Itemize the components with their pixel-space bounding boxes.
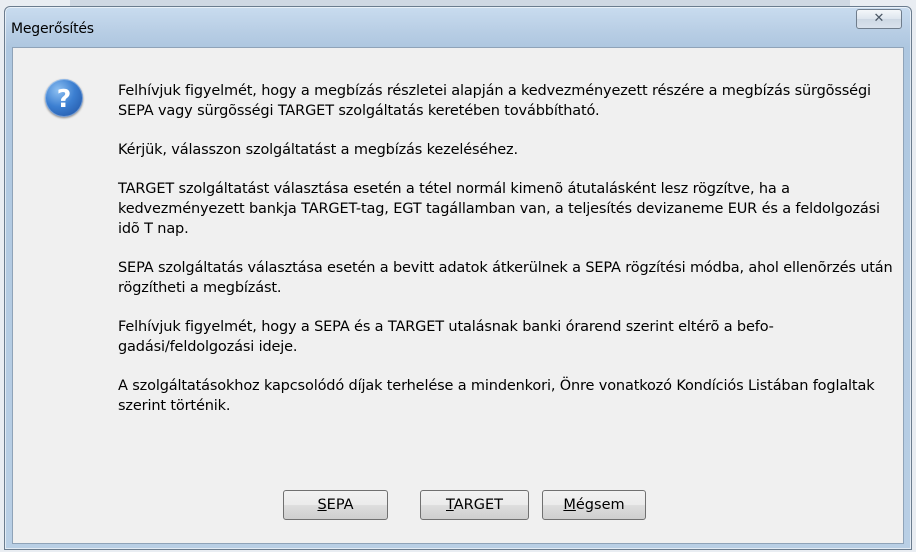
target-accelerator: T <box>446 496 454 513</box>
confirmation-dialog: Megerősítés ✕ ? Felhívjuk figyelmét, hog… <box>4 6 912 550</box>
message-paragraph: Felhívjuk figyelmét, hogy a megbízás rés… <box>118 83 871 119</box>
title-bar[interactable]: Megerősítés ✕ <box>5 7 911 47</box>
message-text: Felhívjuk figyelmét, hogy a megbízás rés… <box>118 81 898 435</box>
cancel-button[interactable]: Mégsem <box>542 490 646 520</box>
button-row: SEPA TARGET Mégsem <box>13 490 903 520</box>
target-button[interactable]: TARGET <box>420 490 529 520</box>
message-paragraph: Felhívjuk figyelmét, hogy a SEPA és a TA… <box>118 319 774 355</box>
cancel-accelerator: M <box>563 496 576 513</box>
close-button[interactable]: ✕ <box>856 9 902 29</box>
dialog-title: Megerősítés <box>11 21 94 37</box>
dialog-content: ? Felhívjuk figyelmét, hogy a megbízás r… <box>12 47 904 544</box>
close-icon: ✕ <box>873 11 885 26</box>
sepa-label: EPA <box>326 496 354 513</box>
sepa-button[interactable]: SEPA <box>283 490 388 520</box>
svg-text:?: ? <box>57 84 72 113</box>
message-paragraph: SEPA szolgáltatás választása esetén a be… <box>118 260 893 296</box>
message-paragraph: Kérjük, válasszon szolgáltatást a megbíz… <box>118 142 518 158</box>
message-paragraph: TARGET szolgáltatást választása esetén a… <box>118 181 880 237</box>
message-paragraph: A szolgáltatásokhoz kapcsolódó díjak ter… <box>118 378 875 414</box>
question-icon: ? <box>45 79 83 117</box>
cancel-label: égsem <box>575 496 625 513</box>
sepa-accelerator: S <box>317 496 327 513</box>
target-label: ARGET <box>453 496 503 513</box>
